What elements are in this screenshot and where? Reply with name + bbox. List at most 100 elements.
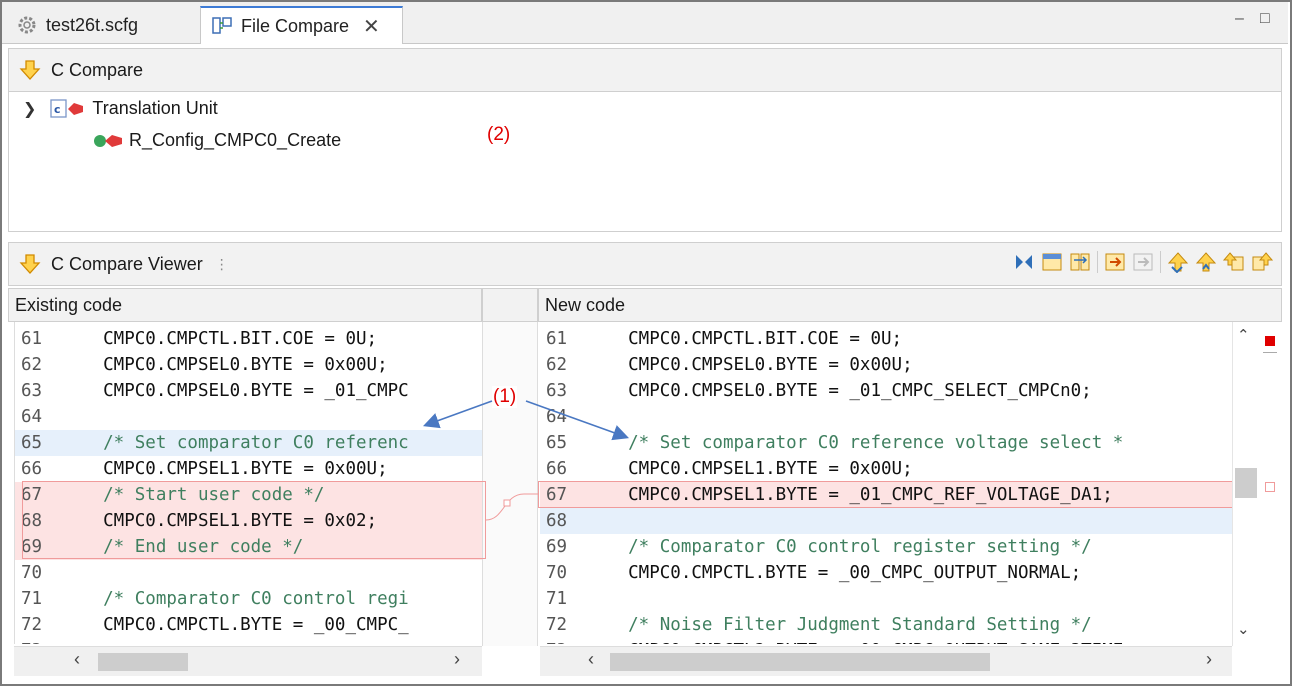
code-text: CMPC0.CMPCTL.BIT.COE = 0U;	[61, 329, 378, 349]
line-number: 72	[546, 615, 568, 635]
code-line[interactable]: 65 /* Set comparator C0 referenc	[15, 430, 482, 456]
c-file-icon: c	[50, 98, 84, 118]
new-code-title: New code	[545, 294, 626, 315]
next-difference-icon[interactable]	[1167, 251, 1189, 273]
code-text: CMPC0.CMPCTL.BIT.COE = 0U;	[586, 329, 903, 349]
line-number: 72	[21, 615, 43, 635]
compare-viewer-header: C Compare Viewer ⋮	[8, 242, 1282, 286]
scrollbar-thumb[interactable]	[1235, 468, 1257, 498]
code-line[interactable]: 63 CMPC0.CMPSEL0.BYTE = _01_CMPC_SELECT_…	[540, 378, 1232, 404]
code-line[interactable]: 66 CMPC0.CMPSEL1.BYTE = 0x00U;	[15, 456, 482, 482]
code-line[interactable]: 62 CMPC0.CMPSEL0.BYTE = 0x00U;	[540, 352, 1232, 378]
code-text: CMPC0.CMPCTL2.BYTE = _00_CMPC_OUTPUT_SAM…	[586, 638, 1123, 644]
code-line[interactable]: 72 CMPC0.CMPCTL.BYTE = _00_CMPC_	[15, 612, 482, 638]
code-line[interactable]: 70	[15, 560, 482, 586]
line-number: 61	[21, 329, 43, 349]
line-number: 69	[546, 537, 568, 557]
show-ancestor-icon[interactable]	[1041, 251, 1063, 273]
code-line[interactable]: 69 /* Comparator C0 control register set…	[540, 534, 1232, 560]
code-line[interactable]: 66 CMPC0.CMPSEL1.BYTE = 0x00U;	[540, 456, 1232, 482]
vertical-scrollbar[interactable]: ⌃ ⌄	[1232, 322, 1282, 646]
scroll-left-icon[interactable]: ‹	[74, 649, 80, 670]
code-line[interactable]: 71 /* Comparator C0 control regi	[15, 586, 482, 612]
change-block-right	[538, 481, 1234, 508]
code-line[interactable]: 72 /* Noise Filter Judgment Standard Set…	[540, 612, 1232, 638]
maximize-icon[interactable]: □	[1260, 10, 1270, 28]
change-block-left	[22, 481, 486, 559]
tree-label-translation-unit: Translation Unit	[92, 98, 218, 118]
code-line[interactable]: 62 CMPC0.CMPSEL0.BYTE = 0x00U;	[15, 352, 482, 378]
code-text: /* Comparator C0 control regi	[61, 589, 409, 609]
code-line[interactable]: 71	[540, 586, 1232, 612]
code-line[interactable]: 70 CMPC0.CMPCTL.BYTE = _00_CMPC_OUTPUT_N…	[540, 560, 1232, 586]
viewer-toolbar	[1013, 251, 1273, 273]
gear-icon	[18, 16, 36, 34]
function-change-icon	[94, 134, 122, 147]
tree-item-function[interactable]: R_Config_CMPC0_Create	[93, 130, 341, 151]
code-line[interactable]: 65 /* Set comparator C0 reference voltag…	[540, 430, 1232, 456]
new-code-header: New code	[538, 288, 1282, 322]
code-text: CMPC0.CMPSEL0.BYTE = _01_CMPC_SELECT_CMP…	[586, 381, 1092, 401]
code-text: CMPC0.CMPSEL0.BYTE = 0x00U;	[586, 355, 913, 375]
tab-bar: test26t.scfg File Compare ✕ – □	[2, 2, 1288, 44]
scroll-up-icon[interactable]: ⌃	[1237, 326, 1250, 344]
existing-code-title: Existing code	[15, 294, 123, 315]
scroll-right-icon[interactable]: ›	[454, 649, 460, 670]
code-text: CMPC0.CMPSEL1.BYTE = 0x00U;	[61, 459, 388, 479]
toolbar-separator	[1097, 251, 1098, 273]
code-line[interactable]: 63 CMPC0.CMPSEL0.BYTE = _01_CMPC	[15, 378, 482, 404]
scroll-down-icon[interactable]: ⌄	[1237, 620, 1250, 638]
code-line[interactable]: 73 CMPC0.CMPCTL2.BYTE = _00_CMPC_OUTPUT_…	[540, 638, 1232, 644]
overview-change-marker[interactable]	[1265, 336, 1275, 346]
minimize-icon[interactable]: –	[1235, 10, 1244, 28]
line-number: 62	[546, 355, 568, 375]
line-number: 70	[546, 563, 568, 583]
tree-item-translation-unit[interactable]: ❯ c Translation Unit	[23, 98, 218, 119]
view-menu-icon[interactable]: ⋮	[215, 256, 229, 273]
swap-panes-icon[interactable]	[1069, 251, 1091, 273]
right-horizontal-scrollbar[interactable]: ‹ ›	[540, 646, 1232, 676]
code-line[interactable]: 73	[15, 638, 482, 644]
scrollbar-thumb[interactable]	[610, 653, 990, 671]
line-number: 65	[21, 433, 43, 453]
previous-change-icon[interactable]	[1251, 251, 1273, 273]
overview-change-marker[interactable]	[1265, 482, 1275, 492]
tab-label: test26t.scfg	[46, 14, 139, 35]
ignore-whitespace-icon[interactable]	[1013, 251, 1035, 273]
tab-label: File Compare	[241, 15, 350, 36]
scroll-left-icon[interactable]: ‹	[588, 649, 594, 670]
tree-label-function: R_Config_CMPC0_Create	[129, 130, 342, 150]
line-number: 71	[546, 589, 568, 609]
scrollbar-thumb[interactable]	[98, 653, 188, 671]
scroll-right-icon[interactable]: ›	[1206, 649, 1212, 670]
code-line[interactable]: 61 CMPC0.CMPCTL.BIT.COE = 0U;	[540, 326, 1232, 352]
line-number: 61	[546, 329, 568, 349]
code-text: CMPC0.CMPCTL.BYTE = _00_CMPC_	[61, 615, 409, 635]
copy-all-left-to-right-icon[interactable]	[1104, 251, 1126, 273]
c-compare-title: C Compare	[51, 59, 144, 80]
code-line[interactable]: 68	[540, 508, 1232, 534]
line-number: 70	[21, 563, 43, 583]
close-icon[interactable]: ✕	[363, 14, 380, 39]
previous-difference-icon[interactable]	[1195, 251, 1217, 273]
left-horizontal-scrollbar[interactable]: ‹ ›	[14, 646, 482, 676]
down-arrow-icon	[19, 60, 41, 80]
line-number: 66	[21, 459, 43, 479]
annotation-marker-2: (2)	[487, 124, 511, 145]
tab-test26t-scfg[interactable]: test26t.scfg	[6, 6, 196, 44]
code-text: CMPC0.CMPSEL0.BYTE = 0x00U;	[61, 355, 388, 375]
next-change-icon[interactable]	[1223, 251, 1245, 273]
toolbar-separator	[1160, 251, 1161, 273]
line-number: 71	[21, 589, 43, 609]
code-text: /* Noise Filter Judgment Standard Settin…	[586, 615, 1092, 635]
tab-file-compare[interactable]: File Compare ✕	[200, 6, 403, 44]
center-gutter-header	[482, 288, 538, 322]
line-number: 68	[546, 511, 568, 531]
overview-divider	[1263, 352, 1277, 353]
chevron-down-icon[interactable]: ❯	[23, 99, 36, 119]
copy-current-change-icon[interactable]	[1132, 251, 1154, 273]
annotation-arrows	[422, 400, 630, 441]
code-line[interactable]: 61 CMPC0.CMPCTL.BIT.COE = 0U;	[15, 326, 482, 352]
code-line[interactable]: 64	[540, 404, 1232, 430]
code-line[interactable]: 64	[15, 404, 482, 430]
